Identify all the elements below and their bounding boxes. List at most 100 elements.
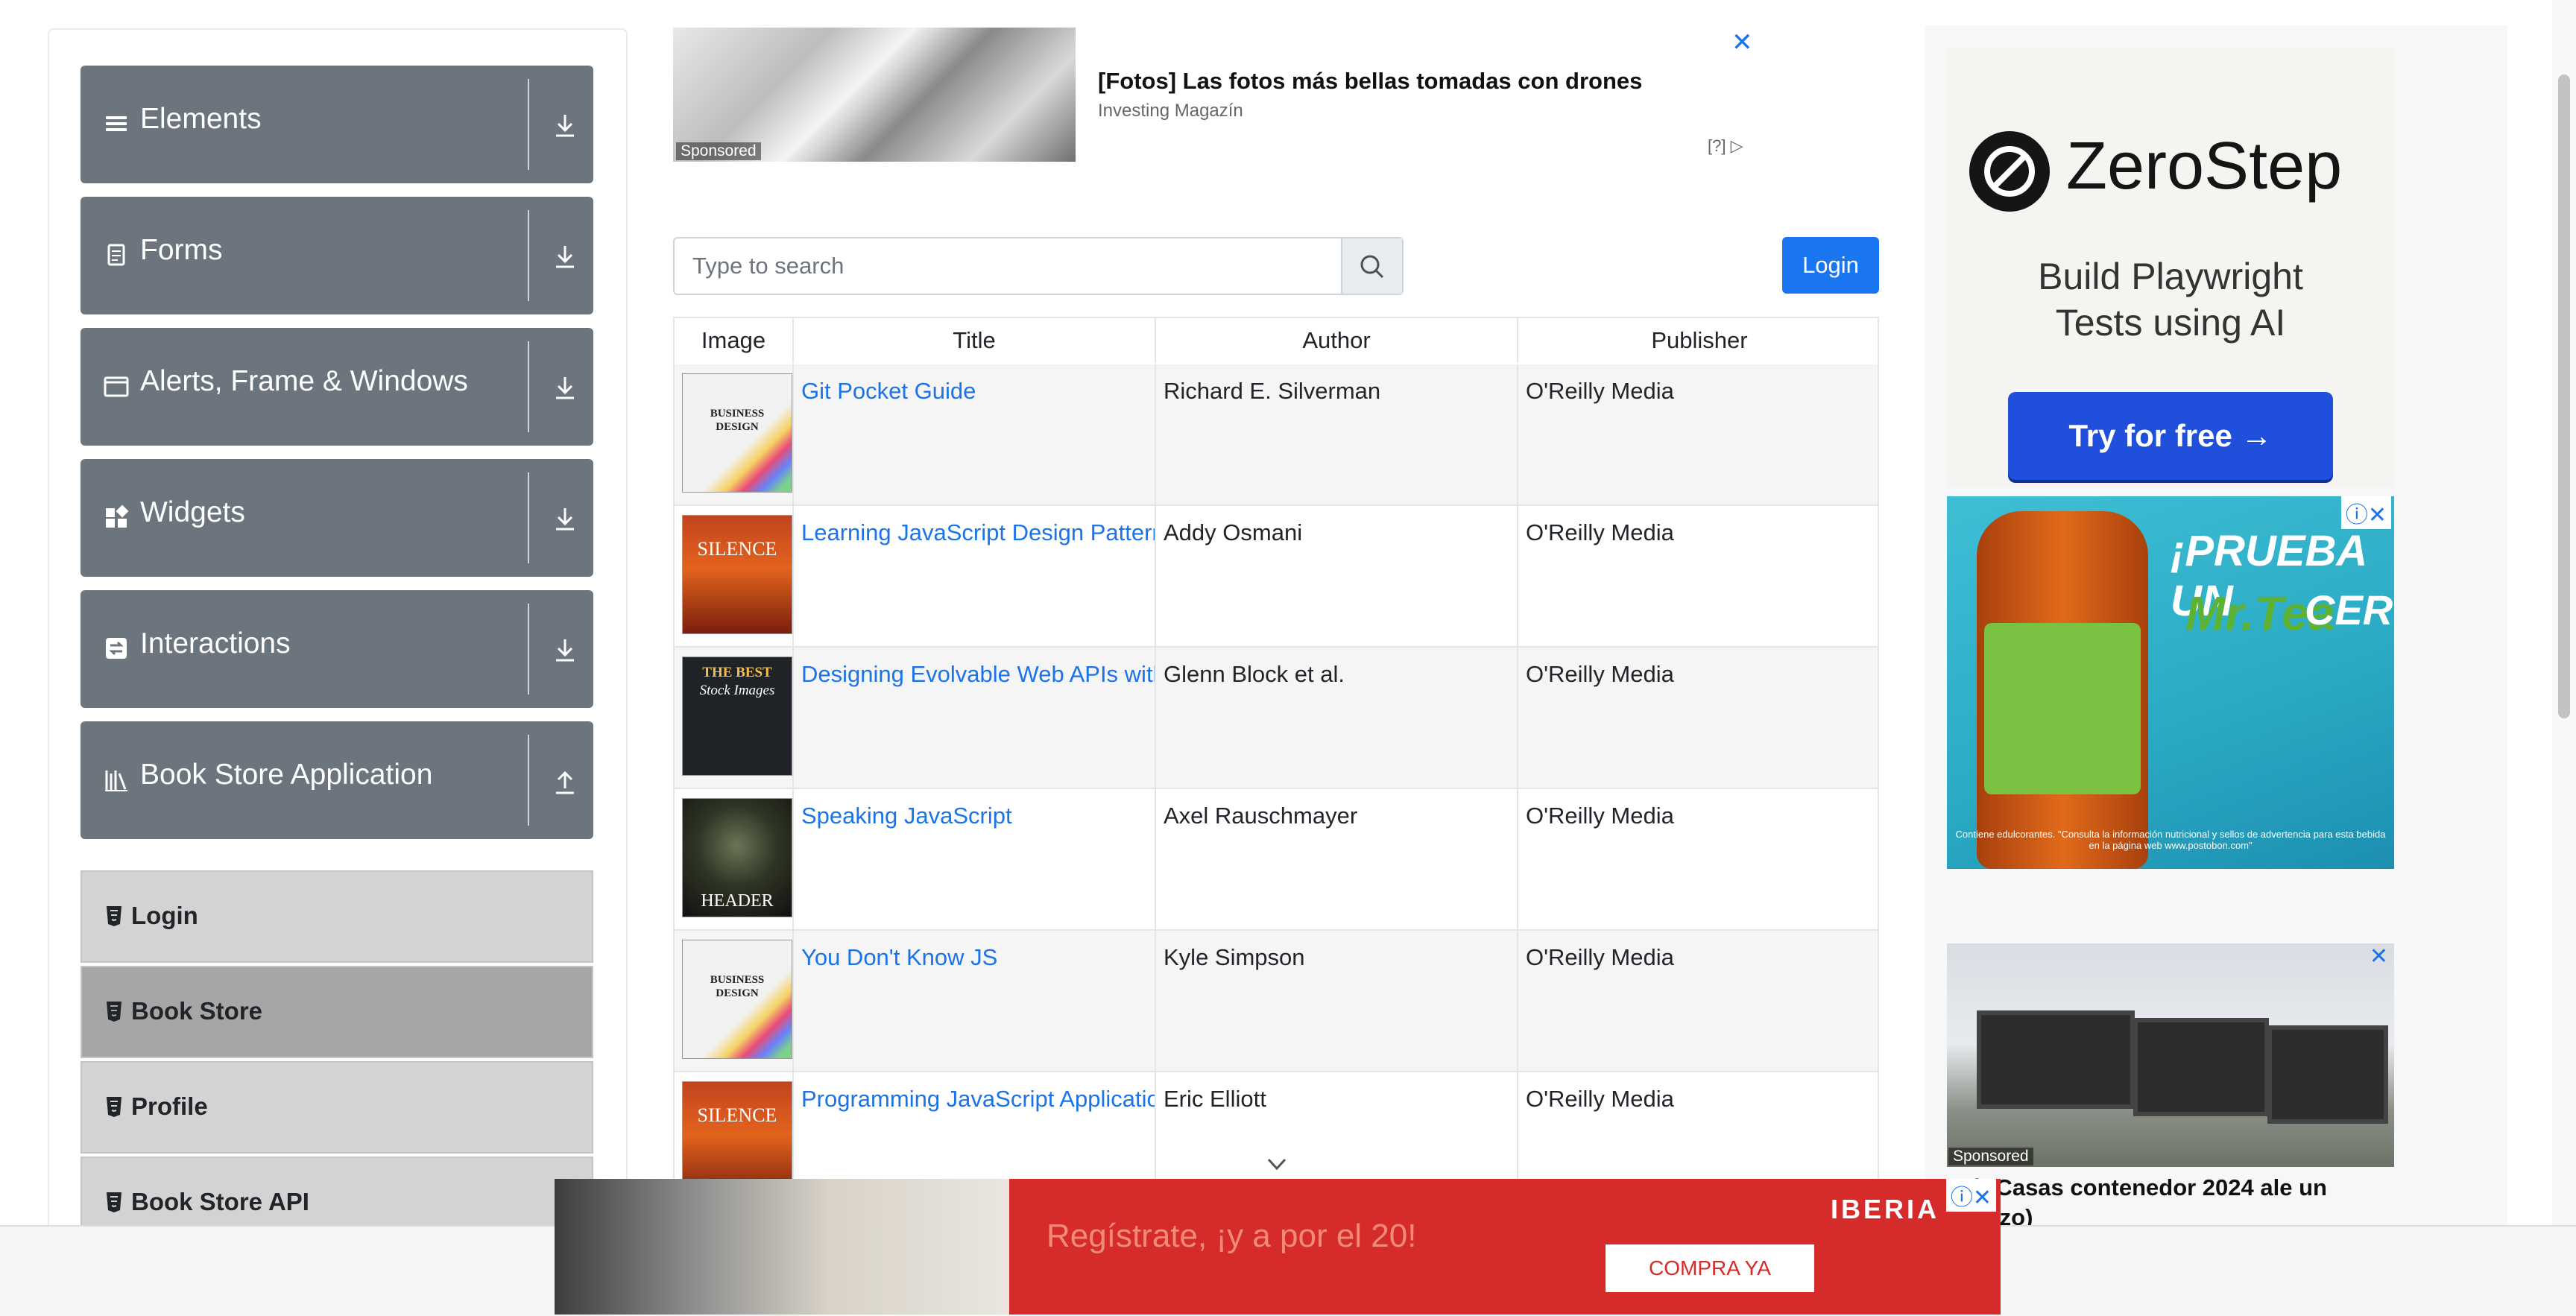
group-forms[interactable]: Forms — [80, 197, 593, 314]
author-text: Richard E. Silverman — [1164, 378, 1381, 404]
download-icon[interactable] — [552, 241, 578, 271]
zerostep-ad[interactable]: ZeroStep Build Playwright Tests using AI… — [1947, 48, 2394, 487]
divider — [528, 472, 529, 563]
close-icon[interactable]: ⓘ✕ — [1945, 1179, 1996, 1212]
iberia-logo: IBERIA — [1831, 1194, 1940, 1224]
close-icon[interactable]: ✕ — [1731, 28, 1753, 57]
cell-publisher: O'Reilly Media — [1518, 789, 1878, 929]
sub-item-profile[interactable]: Profile — [80, 1061, 593, 1154]
author-text: Axel Rauschmayer — [1164, 803, 1358, 829]
publisher-text: O'Reilly Media — [1526, 1086, 1674, 1112]
cell-image: SILENCE — [675, 1072, 794, 1180]
login-button[interactable]: Login — [1782, 237, 1879, 294]
adchoices-icon[interactable]: [?] ▷ — [1708, 136, 1743, 156]
cell-title: Programming JavaScript Applications — [794, 1072, 1156, 1180]
header-image[interactable]: Image — [675, 318, 794, 363]
sub-item-label: Login — [131, 902, 198, 929]
cell-author: Axel Rauschmayer — [1156, 789, 1518, 929]
scrollbar-thumb[interactable] — [2558, 75, 2570, 718]
left-panel: Elements Forms Alerts, Frame & Windows W… — [48, 28, 628, 1295]
iberia-ad[interactable]: Regístrate, ¡y a por el 20! IBERIA COMPR… — [555, 1179, 2001, 1315]
group-label: Elements — [140, 103, 262, 135]
header-title[interactable]: Title — [794, 318, 1156, 363]
divider — [528, 604, 529, 695]
sub-item-book-store[interactable]: Book Store — [80, 966, 593, 1058]
publisher-text: O'Reilly Media — [1526, 944, 1674, 970]
cell-image: BUSINESS DESIGN — [675, 931, 794, 1071]
book-cover-image: BUSINESS DESIGN — [682, 373, 792, 493]
search-input[interactable] — [675, 238, 1326, 294]
download-icon[interactable] — [552, 504, 578, 534]
divider — [528, 341, 529, 432]
page-scrollbar[interactable] — [2552, 0, 2576, 1225]
ad-headline[interactable]: [Fotos] Las fotos más bellas tomadas con… — [1098, 68, 1642, 95]
right-ad-column: ZeroStep Build Playwright Tests using AI… — [1925, 25, 2507, 1292]
book-title-link[interactable]: Learning JavaScript Design Patterns — [801, 519, 1155, 546]
zerostep-name: ZeroStep — [2066, 129, 2343, 203]
cell-publisher: O'Reilly Media — [1518, 1072, 1878, 1180]
group-label: Widgets — [140, 496, 245, 528]
chevron-down-icon[interactable] — [1266, 1155, 1288, 1173]
window-icon — [104, 376, 129, 397]
table-row: THE BEST Stock Images Designing Evolvable … — [675, 648, 1878, 789]
cell-image: SILENCE — [675, 506, 794, 646]
tea-ad[interactable]: ¡PRUEBA UN Mr.Tea CERO Contiene edulcora… — [1947, 496, 2394, 869]
group-widgets[interactable]: Widgets — [80, 459, 593, 577]
book-cover-image: SILENCE — [682, 1081, 792, 1180]
group-label: Book Store Application — [140, 759, 433, 791]
search-button[interactable] — [1341, 238, 1402, 294]
table-row: BUSINESS DESIGN You Don't Know JS Kyle Simp… — [675, 931, 1878, 1072]
container-house-shape — [2267, 1025, 2388, 1124]
cell-image: THE BEST Stock Images — [675, 648, 794, 788]
search-icon — [1360, 255, 1384, 279]
library-icon — [105, 771, 127, 791]
download-icon[interactable] — [552, 110, 578, 140]
publisher-text: O'Reilly Media — [1526, 378, 1674, 404]
top-ad-banner[interactable]: Sponsored [Fotos] Las fotos más bellas t… — [673, 28, 1761, 163]
book-cover-image: BUSINESS DESIGN — [682, 940, 792, 1059]
cell-author: Richard E. Silverman — [1156, 364, 1518, 504]
close-icon[interactable]: ✕ — [2370, 943, 2388, 969]
author-text: Kyle Simpson — [1164, 944, 1305, 970]
sub-item-login[interactable]: Login — [80, 870, 593, 963]
house-ad-image[interactable]: Sponsored ✕ — [1947, 943, 2394, 1167]
close-icon[interactable]: ⓘ✕ — [2340, 496, 2391, 529]
cell-title: You Don't Know JS — [794, 931, 1156, 1071]
download-icon[interactable] — [552, 373, 578, 402]
group-label: Alerts, Frame & Windows — [140, 365, 468, 397]
zerostep-tagline: Build Playwright Tests using AI — [2038, 256, 2303, 344]
cell-author: Kyle Simpson — [1156, 931, 1518, 1071]
group-label: Interactions — [140, 627, 291, 659]
html5-icon — [107, 906, 121, 926]
table-row: SILENCE Learning JavaScript Design Patter… — [675, 506, 1878, 648]
group-elements[interactable]: Elements — [80, 66, 593, 183]
book-title-link[interactable]: You Don't Know JS — [801, 944, 997, 971]
download-icon[interactable] — [552, 635, 578, 665]
adchoices-label: [?] — [1708, 136, 1726, 155]
cell-image: HEADER — [675, 789, 794, 929]
container-house-shape — [1977, 1010, 2135, 1109]
try-for-free-button[interactable]: Try for free → — [2008, 392, 2333, 480]
cell-title: Designing Evolvable Web APIs with ASP.NE… — [794, 648, 1156, 788]
books-table: Image Title Author Publisher BUSINESS DES… — [673, 317, 1879, 1181]
group-book-store-application[interactable]: Book Store Application — [80, 721, 593, 839]
book-title-link[interactable]: Programming JavaScript Applications — [801, 1086, 1155, 1113]
group-alerts-frame-windows[interactable]: Alerts, Frame & Windows — [80, 328, 593, 446]
table-row: BUSINESS DESIGN Git Pocket Guide Richard E.… — [675, 364, 1878, 506]
table-header: Image Title Author Publisher — [675, 318, 1878, 366]
header-publisher[interactable]: Publisher — [1518, 318, 1878, 363]
group-interactions[interactable]: Interactions — [80, 590, 593, 708]
house-ad-headline[interactable]: otá: Casas contenedor 2024 ale un vistaz… — [1947, 1173, 2409, 1233]
ad-image[interactable]: Sponsored — [673, 28, 1076, 162]
upload-icon[interactable] — [552, 766, 578, 796]
book-title-link[interactable]: Git Pocket Guide — [801, 378, 976, 405]
book-title-link[interactable]: Designing Evolvable Web APIs with ASP.NE… — [801, 661, 1155, 688]
publisher-text: O'Reilly Media — [1526, 519, 1674, 545]
cell-title: Speaking JavaScript — [794, 789, 1156, 929]
html5-icon — [107, 1097, 121, 1117]
header-author[interactable]: Author — [1156, 318, 1518, 363]
compra-ya-button[interactable]: COMPRA YA — [1606, 1244, 1814, 1292]
divider — [528, 735, 529, 826]
book-title-link[interactable]: Speaking JavaScript — [801, 803, 1012, 829]
zerostep-logo-icon — [1969, 131, 2050, 212]
